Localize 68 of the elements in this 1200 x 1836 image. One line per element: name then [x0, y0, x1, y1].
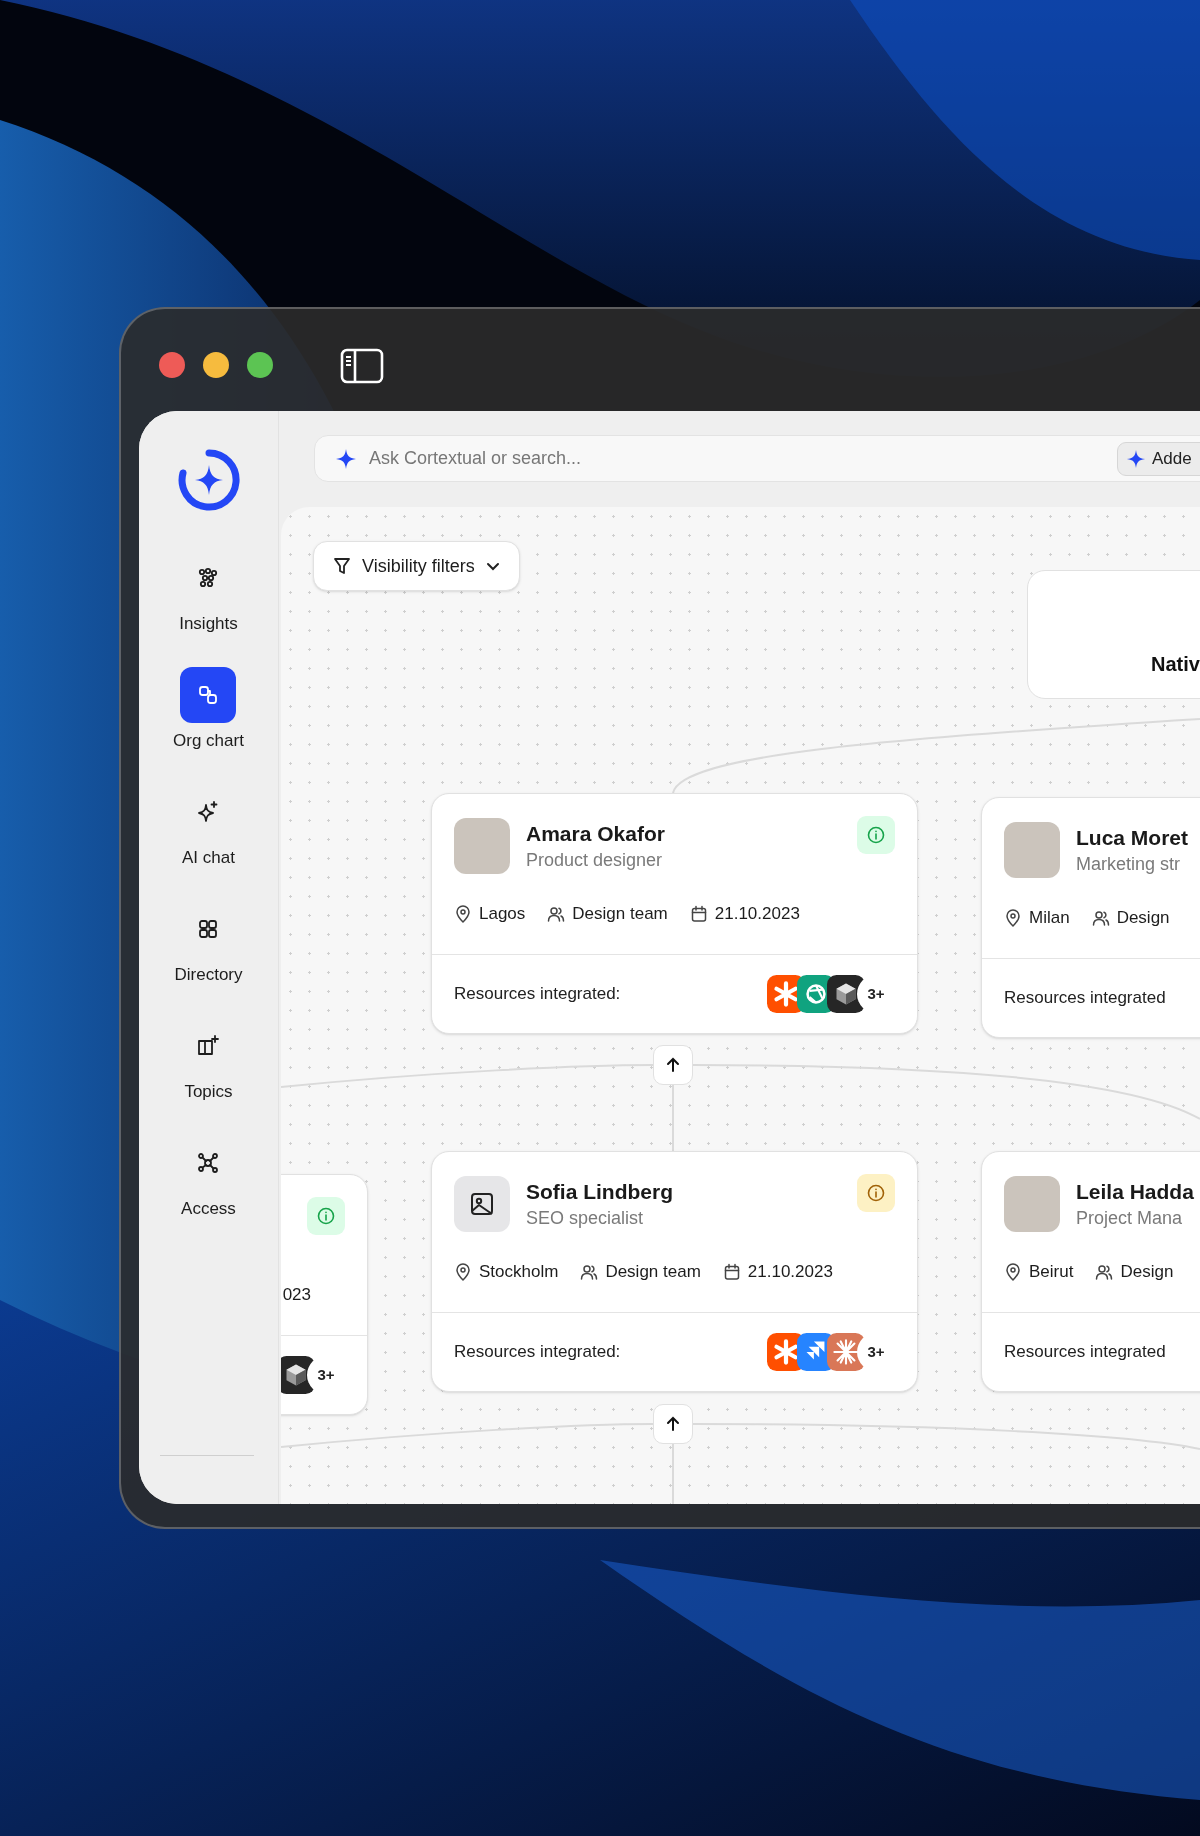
people-icon [580, 1263, 599, 1281]
employee-card[interactable]: Leila Hadda Project Mana Beirut Design Resources integrated [981, 1151, 1200, 1392]
employee-card[interactable]: Sofia Lindberg SEO specialist Stockholm Design team 21.10.2023 Resources integrated: 3+ [431, 1151, 918, 1392]
person-role: SEO specialist [526, 1207, 645, 1230]
panel-sparkle-icon [196, 1034, 221, 1058]
location-text: Beirut [1029, 1261, 1074, 1284]
pin-icon [454, 1263, 472, 1281]
resources-label: Resources integrated: [454, 983, 621, 1006]
resources-label: Resources integrated [1004, 987, 1166, 1010]
employee-card[interactable]: Amara Okafor Product designer Lagos Design team 21.10.2023 Resources integrated: 3+ [431, 793, 918, 1034]
arrow-up-icon [665, 1416, 681, 1432]
pin-icon [1004, 909, 1022, 927]
person-role: Marketing str [1076, 853, 1182, 876]
pin-icon [454, 905, 472, 923]
network-icon [196, 1151, 221, 1175]
location-text: Lagos [479, 903, 526, 926]
resources-label: Resources integrated: [454, 1341, 621, 1364]
org-node[interactable]: Nativ [1027, 570, 1200, 699]
person-name: Amara Okafor [526, 821, 665, 847]
logo-icon [175, 447, 242, 513]
nav-item[interactable]: Insights [179, 550, 238, 636]
nav-item[interactable]: Directory [174, 901, 243, 987]
team-text: Design [1116, 907, 1170, 930]
arrow-up-icon [665, 1057, 681, 1073]
expand-up-button[interactable] [653, 1045, 693, 1085]
location-text: Milan [1029, 907, 1070, 930]
image-icon [469, 1191, 495, 1217]
sidebar-toggle-icon[interactable] [340, 348, 384, 384]
calendar-icon [689, 905, 708, 923]
nav-item[interactable]: Access [180, 1135, 237, 1221]
nav-item[interactable]: AI chat [180, 784, 237, 870]
search-bar[interactable]: Ask Cortextual or search... Adde [314, 435, 1200, 482]
team-text: Design team [605, 1261, 701, 1284]
date-text: 023 [282, 1284, 311, 1307]
info-badge[interactable] [857, 1174, 895, 1212]
calendar-icon [722, 1263, 741, 1281]
minimize-button[interactable] [203, 352, 229, 378]
added-chip[interactable]: Adde [1117, 441, 1200, 476]
date-text: 21.10.2023 [747, 1261, 833, 1284]
photo-placeholder [1004, 822, 1060, 878]
employee-card[interactable]: Luca Moret Marketing str Milan Design Resources integrated [981, 797, 1200, 1038]
filter-icon [332, 556, 352, 576]
resources-label: Resources integrated [1004, 1341, 1166, 1364]
person-name: Sofia Lindberg [526, 1179, 673, 1205]
zoom-button[interactable] [247, 352, 273, 378]
person-role: Project Mana [1076, 1207, 1184, 1230]
people-icon [547, 905, 566, 923]
expand-up-button[interactable] [653, 1404, 693, 1444]
photo-placeholder [454, 818, 510, 874]
person-name: Leila Hadda [1076, 1179, 1194, 1205]
close-button[interactable] [159, 352, 185, 378]
search-input[interactable]: Ask Cortextual or search... [369, 445, 1109, 472]
info-badge[interactable] [857, 816, 895, 854]
person-role: Product designer [526, 849, 664, 872]
location-text: Stockholm [479, 1261, 559, 1284]
nav-item[interactable]: Topics [180, 1018, 237, 1104]
photo-placeholder [1004, 1176, 1060, 1232]
employee-card[interactable]: 023 3+ [281, 1174, 368, 1415]
people-icon [1091, 909, 1110, 927]
person-name: Luca Moret [1076, 825, 1188, 851]
pin-icon [1004, 1263, 1022, 1281]
filter-button[interactable]: Visibility filters [313, 541, 520, 591]
team-text: Design team [572, 903, 668, 926]
date-text: 21.10.2023 [714, 903, 800, 926]
team-text: Design [1120, 1261, 1174, 1284]
people-icon [1095, 1263, 1114, 1281]
node-title: Nativ [1151, 653, 1200, 675]
info-badge[interactable] [307, 1197, 345, 1235]
